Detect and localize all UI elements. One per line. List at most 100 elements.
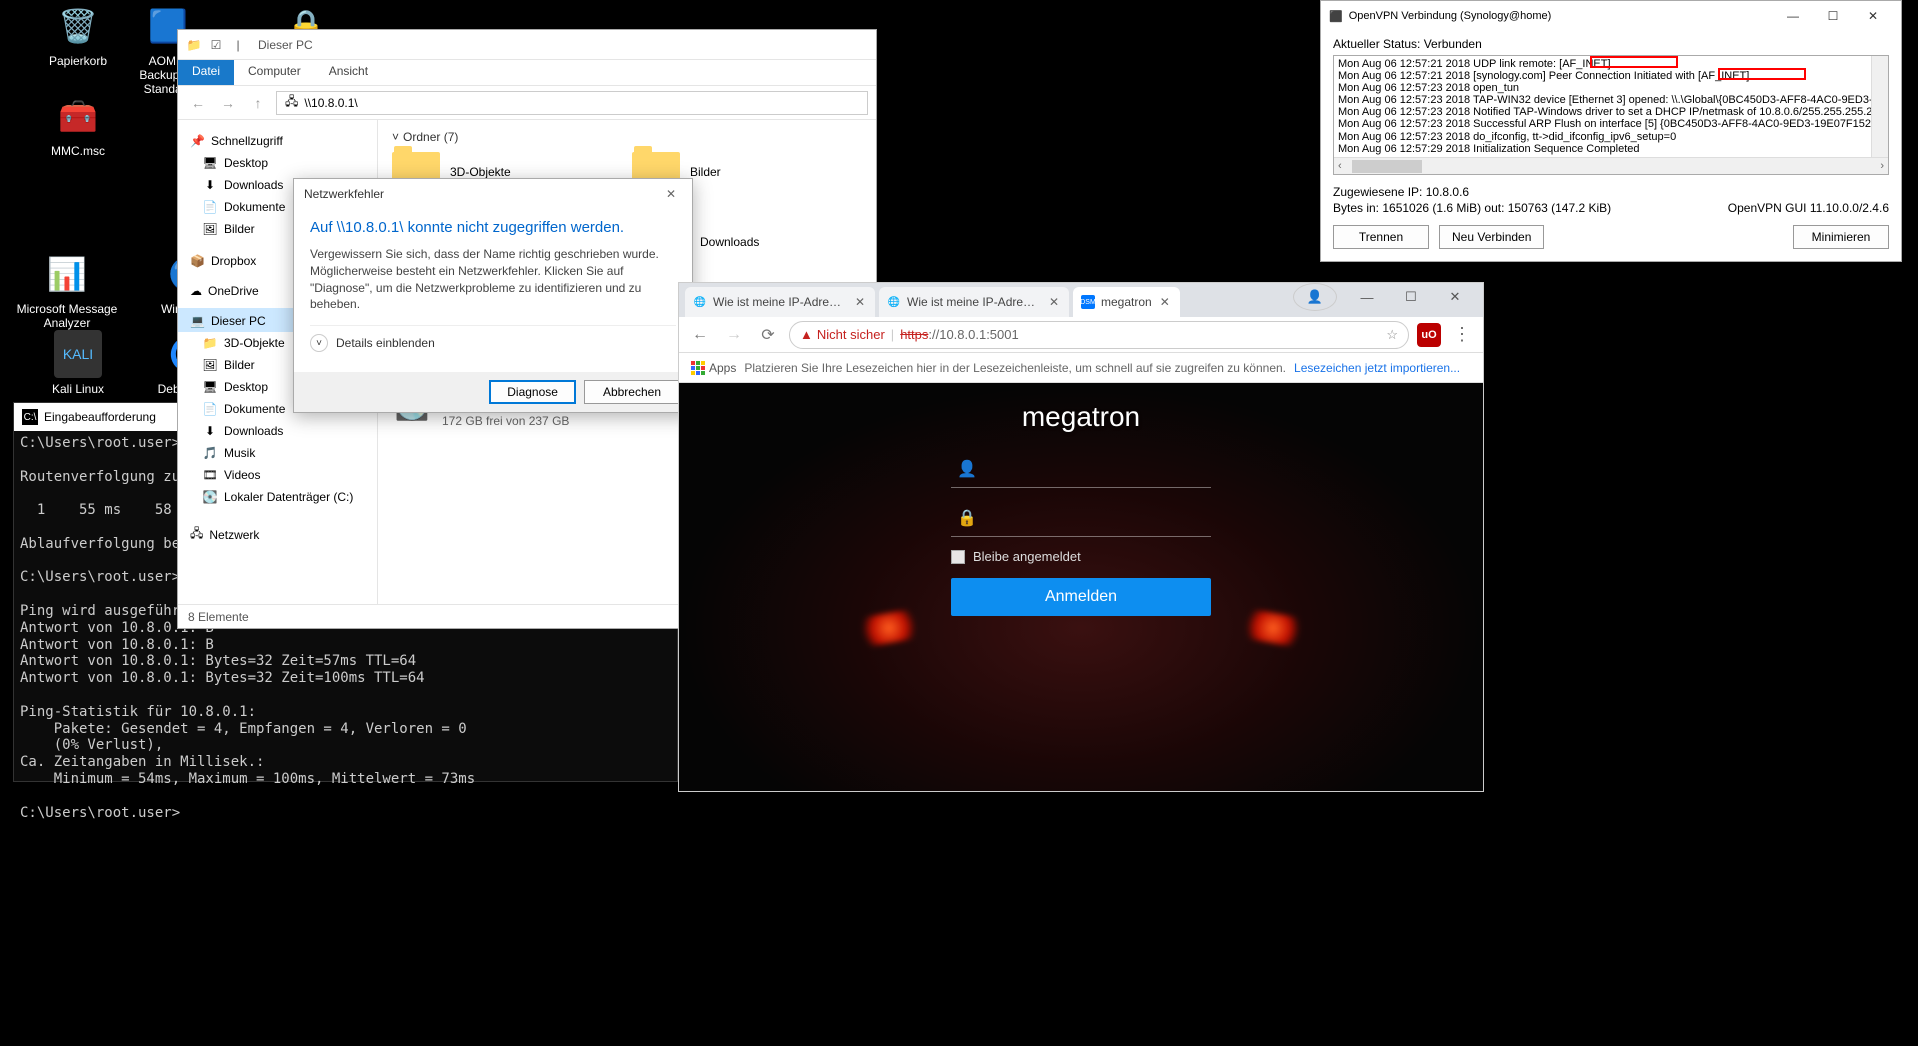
folder-icon: 📁	[202, 335, 218, 351]
cmd-title-text: Eingabeaufforderung	[44, 410, 156, 424]
star-icon: 📌	[190, 134, 205, 148]
downloads-icon: ⬇	[202, 177, 218, 193]
kali-icon: KALI	[54, 330, 102, 378]
apps-icon	[691, 361, 705, 375]
disconnect-button[interactable]: Trennen	[1333, 225, 1429, 249]
close-icon[interactable]: ✕	[1433, 283, 1477, 311]
nav-back-icon[interactable]: ←	[687, 322, 713, 348]
apps-shortcut[interactable]: Apps	[691, 361, 736, 375]
url-text: https://10.8.0.1:5001	[900, 327, 1019, 342]
insecure-warning[interactable]: ▲Nicht sicher	[800, 327, 885, 342]
pictures-icon: 🖼	[202, 357, 218, 373]
bookmark-hint: Platzieren Sie Ihre Lesezeichen hier in …	[744, 361, 1286, 375]
network-icon: 🖧	[285, 92, 298, 113]
openvpn-window: ⬛OpenVPN Verbindung (Synology@home) — ☐ …	[1320, 0, 1902, 262]
minimize-icon[interactable]: —	[1773, 2, 1813, 30]
username-field[interactable]: 👤	[951, 451, 1211, 488]
username-input[interactable]	[979, 462, 1207, 477]
sidebar-item-music[interactable]: 🎵Musik	[178, 442, 377, 464]
checkbox[interactable]	[951, 550, 965, 564]
browser-tab[interactable]: 🌐Wie ist meine IP-Adresse✕	[879, 287, 1069, 317]
log-line: Mon Aug 06 12:57:23 2018 TAP-WIN32 devic…	[1338, 94, 1884, 106]
ovpn-assigned-ip: Zugewiesene IP: 10.8.0.6	[1333, 185, 1889, 199]
sidebar-quick-access[interactable]: 📌Schnellzugriff	[178, 128, 377, 152]
chrome-tabbar: 🌐Wie ist meine IP-Adresse✕ 🌐Wie ist mein…	[679, 283, 1483, 317]
sidebar-item-desktop[interactable]: 🖥Desktop	[178, 152, 377, 174]
sidebar-network[interactable]: 🖧Netzwerk	[178, 518, 377, 549]
pc-icon: 💻	[190, 314, 205, 328]
tab-close-icon[interactable]: ✕	[1158, 295, 1172, 309]
desktop-icon-kali[interactable]: KALIKali Linux	[28, 330, 128, 396]
import-bookmarks-link[interactable]: Lesezeichen jetzt importieren...	[1294, 361, 1460, 375]
dialog-titlebar[interactable]: Netzwerkfehler ✕	[294, 179, 692, 209]
ovpn-log[interactable]: Mon Aug 06 12:57:21 2018 UDP link remote…	[1333, 55, 1889, 175]
nav-back-icon[interactable]: ←	[186, 91, 210, 115]
ribbon-tab-view[interactable]: Ansicht	[315, 60, 382, 85]
sidebar-item-drive-c[interactable]: 💽Lokaler Datenträger (C:)	[178, 486, 377, 508]
analyzer-icon: 📊	[43, 250, 91, 298]
log-line: Mon Aug 06 12:57:23 2018 Notified TAP-Wi…	[1338, 106, 1884, 118]
drive-free-text: 172 GB frei von 237 GB	[442, 414, 582, 428]
address-bar[interactable]: ▲Nicht sicher | https://10.8.0.1:5001 ☆	[789, 321, 1409, 349]
sidebar-item-videos[interactable]: 🎞Videos	[178, 464, 377, 486]
dsm-icon: DSM	[1081, 295, 1095, 309]
desktop-icon-mma[interactable]: 📊Microsoft Message Analyzer	[12, 250, 122, 330]
maximize-icon[interactable]: ☐	[1813, 2, 1853, 30]
explorer-address-bar: ← → ↑ 🖧 \\10.8.0.1\	[178, 86, 876, 120]
desktop-icon-mmc[interactable]: 🧰MMC.msc	[28, 92, 128, 158]
minimize-button[interactable]: Minimieren	[1793, 225, 1889, 249]
nav-up-icon[interactable]: ↑	[246, 91, 270, 115]
profile-icon[interactable]: 👤	[1293, 283, 1337, 311]
onedrive-icon: ☁	[190, 284, 202, 298]
mmc-icon: 🧰	[54, 92, 102, 140]
desktop-icon-papierkorb[interactable]: 🗑️Papierkorb	[28, 2, 128, 68]
address-field[interactable]: 🖧 \\10.8.0.1\	[276, 91, 868, 115]
ribbon-tab-file[interactable]: Datei	[178, 60, 234, 85]
password-field[interactable]: 🔒	[951, 500, 1211, 537]
close-icon[interactable]: ✕	[660, 185, 682, 203]
music-icon: 🎵	[202, 445, 218, 461]
ovpn-status: Aktueller Status: Verbunden	[1333, 37, 1889, 51]
redaction-box	[1718, 68, 1806, 80]
scrollbar-vertical[interactable]	[1871, 56, 1888, 157]
tab-close-icon[interactable]: ✕	[853, 295, 867, 309]
tab-close-icon[interactable]: ✕	[1047, 295, 1061, 309]
close-icon[interactable]: ✕	[1853, 2, 1893, 30]
nav-forward-icon[interactable]: →	[216, 91, 240, 115]
section-header-folders[interactable]: ˅Ordner (7)	[392, 130, 862, 144]
maximize-icon[interactable]: ☐	[1389, 283, 1433, 311]
downloads-icon: ⬇	[202, 423, 218, 439]
page-content: megatron 👤 🔒 Bleibe angemeldet Anmelden	[679, 383, 1483, 791]
chrome-menu-icon[interactable]: ⋮	[1449, 324, 1475, 345]
ribbon-tab-computer[interactable]: Computer	[234, 60, 315, 85]
log-line: Mon Aug 06 12:57:23 2018 open_tun	[1338, 82, 1884, 94]
network-icon: 🖧	[190, 524, 203, 545]
reload-icon[interactable]: ⟳	[755, 322, 781, 348]
ublock-icon[interactable]: uO	[1417, 323, 1441, 347]
remember-me[interactable]: Bleibe angemeldet	[951, 549, 1211, 564]
reconnect-button[interactable]: Neu Verbinden	[1439, 225, 1544, 249]
password-input[interactable]	[979, 511, 1207, 526]
login-form: megatron 👤 🔒 Bleibe angemeldet Anmelden	[951, 401, 1211, 616]
ovpn-bytes: Bytes in: 1651026 (1.6 MiB) out: 150763 …	[1333, 201, 1611, 215]
scrollbar-thumb[interactable]	[1352, 160, 1422, 173]
log-line: Mon Aug 06 12:57:29 2018 Initialization …	[1338, 143, 1884, 155]
redaction-box	[1590, 56, 1678, 68]
details-toggle[interactable]: ˅ Details einblenden	[310, 325, 676, 360]
diagnose-button[interactable]: Diagnose	[489, 380, 576, 404]
scrollbar-horizontal[interactable]	[1334, 157, 1888, 174]
login-button[interactable]: Anmelden	[951, 578, 1211, 616]
explorer-titlebar[interactable]: 📁 ☑ | Dieser PC	[178, 30, 876, 60]
sidebar-item-downloads2[interactable]: ⬇Downloads	[178, 420, 377, 442]
nav-forward-icon[interactable]: →	[721, 322, 747, 348]
trash-icon: 🗑️	[54, 2, 102, 50]
browser-tab-active[interactable]: DSMmegatron✕	[1073, 287, 1180, 317]
browser-tab[interactable]: 🌐Wie ist meine IP-Adresse✕	[685, 287, 875, 317]
minimize-icon[interactable]: —	[1345, 283, 1389, 311]
qat-props-icon[interactable]: ☑	[208, 37, 224, 53]
ovpn-titlebar[interactable]: ⬛OpenVPN Verbindung (Synology@home) — ☐ …	[1321, 1, 1901, 31]
explorer-ribbon: Datei Computer Ansicht	[178, 60, 876, 86]
cancel-button[interactable]: Abbrechen	[584, 380, 680, 404]
bookmark-star-icon[interactable]: ☆	[1386, 327, 1398, 343]
background-art	[1241, 608, 1305, 648]
